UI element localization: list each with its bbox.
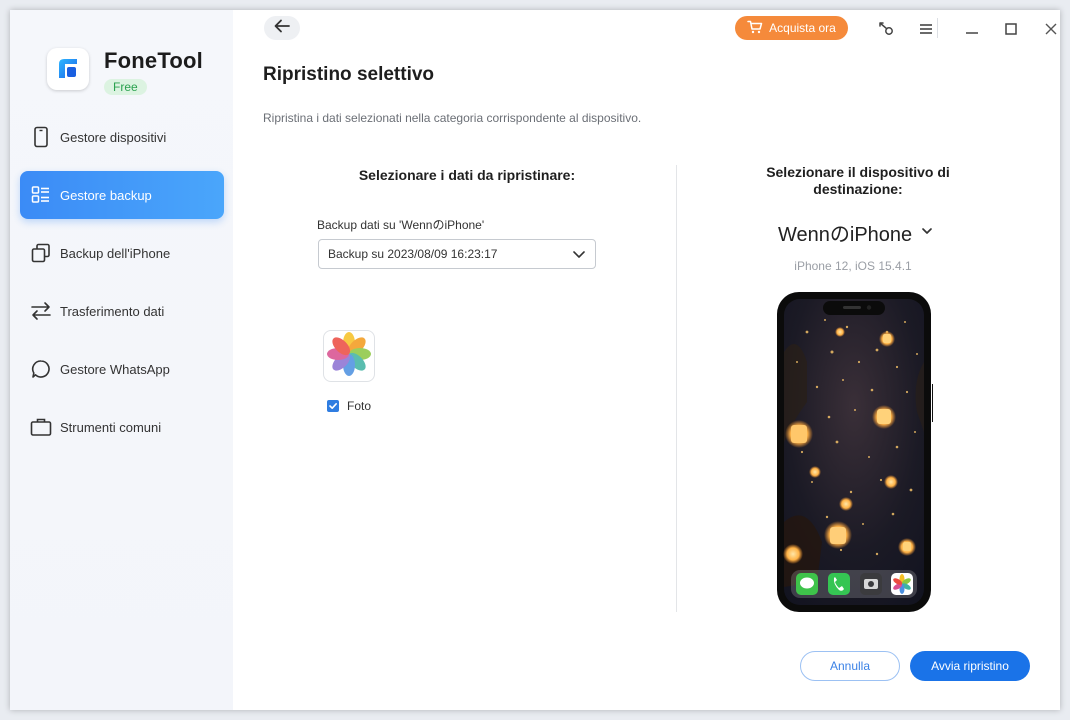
brand: FoneTool Free xyxy=(47,48,203,96)
sidebar-item-label: Backup dell'iPhone xyxy=(60,245,171,261)
page-title: Ripristino selettivo xyxy=(263,64,435,85)
phone-icon xyxy=(30,126,52,148)
photos-category-tile[interactable] xyxy=(323,330,375,382)
cancel-button[interactable]: Annulla xyxy=(800,651,900,681)
edition-badge: Free xyxy=(104,79,147,95)
chevron-down-icon xyxy=(920,221,934,244)
backup-source-label: Backup dati su 'WennのiPhone' xyxy=(317,218,485,232)
sidebar-item-trasferimento-dati[interactable]: Trasferimento dati xyxy=(20,287,224,335)
main-content: Acquista ora Ripristino selettivo Ripris… xyxy=(233,10,1060,710)
cart-icon xyxy=(747,20,763,37)
sidebar-item-strumenti-comuni[interactable]: Strumenti comuni xyxy=(20,403,224,451)
foto-label: Foto xyxy=(347,399,372,413)
toolbar-divider xyxy=(937,18,938,38)
sidebar: FoneTool Free Gestore dispositivi Gestor… xyxy=(10,10,233,710)
app-window: FoneTool Free Gestore dispositivi Gestor… xyxy=(10,10,1060,710)
sidebar-item-label: Gestore backup xyxy=(60,187,152,203)
key-icon[interactable] xyxy=(875,18,897,40)
iphone-preview-image xyxy=(775,292,935,619)
sidebar-item-backup-iphone[interactable]: Backup dell'iPhone xyxy=(20,229,224,277)
close-icon[interactable] xyxy=(1040,18,1060,40)
sidebar-nav: Gestore dispositivi Gestore backup Backu… xyxy=(20,113,224,461)
sidebar-item-label: Trasferimento dati xyxy=(60,303,165,319)
device-model: iPhone 12, iOS 15.4.1 xyxy=(794,259,912,273)
chat-bubble-icon xyxy=(30,358,52,380)
page-description: Ripristina i dati selezionati nella cate… xyxy=(263,111,642,125)
transfer-arrows-icon xyxy=(30,300,52,322)
right-panel-heading: Selezionare il dispositivo di destinazio… xyxy=(766,164,950,197)
maximize-icon[interactable] xyxy=(1000,18,1022,40)
menu-icon[interactable] xyxy=(915,18,937,40)
sidebar-item-label: Strumenti comuni xyxy=(60,419,162,435)
back-button[interactable] xyxy=(264,16,300,40)
buy-now-button[interactable]: Acquista ora xyxy=(735,16,848,40)
left-panel-heading: Selezionare i dati da ripristinare: xyxy=(358,167,576,183)
chevron-down-icon xyxy=(572,247,586,264)
buy-now-label: Acquista ora xyxy=(769,21,836,35)
foto-checkbox[interactable] xyxy=(327,400,339,412)
sidebar-item-gestore-whatsapp[interactable]: Gestore WhatsApp xyxy=(20,345,224,393)
copy-icon xyxy=(30,242,52,264)
sidebar-item-label: Gestore dispositivi xyxy=(60,129,167,145)
briefcase-icon xyxy=(30,416,52,438)
fonetool-logo-icon xyxy=(47,48,89,90)
app-name: FoneTool xyxy=(104,48,203,73)
panel-divider xyxy=(676,165,677,612)
photos-app-icon xyxy=(325,330,373,383)
list-icon xyxy=(30,184,52,206)
sidebar-item-gestore-dispositivi[interactable]: Gestore dispositivi xyxy=(20,113,224,161)
sidebar-item-label: Gestore WhatsApp xyxy=(60,361,170,377)
sidebar-item-gestore-backup[interactable]: Gestore backup xyxy=(20,171,224,219)
backup-select-value: Backup su 2023/08/09 16:23:17 xyxy=(328,247,498,261)
arrow-left-icon xyxy=(274,19,290,38)
start-restore-button[interactable]: Avvia ripristino xyxy=(910,651,1030,681)
device-name: WennのiPhone xyxy=(778,224,913,246)
foto-option: Foto xyxy=(327,399,371,413)
backup-select[interactable]: Backup su 2023/08/09 16:23:17 xyxy=(318,239,596,269)
minimize-icon[interactable] xyxy=(961,18,983,40)
device-selector[interactable]: WennのiPhone xyxy=(778,218,934,247)
